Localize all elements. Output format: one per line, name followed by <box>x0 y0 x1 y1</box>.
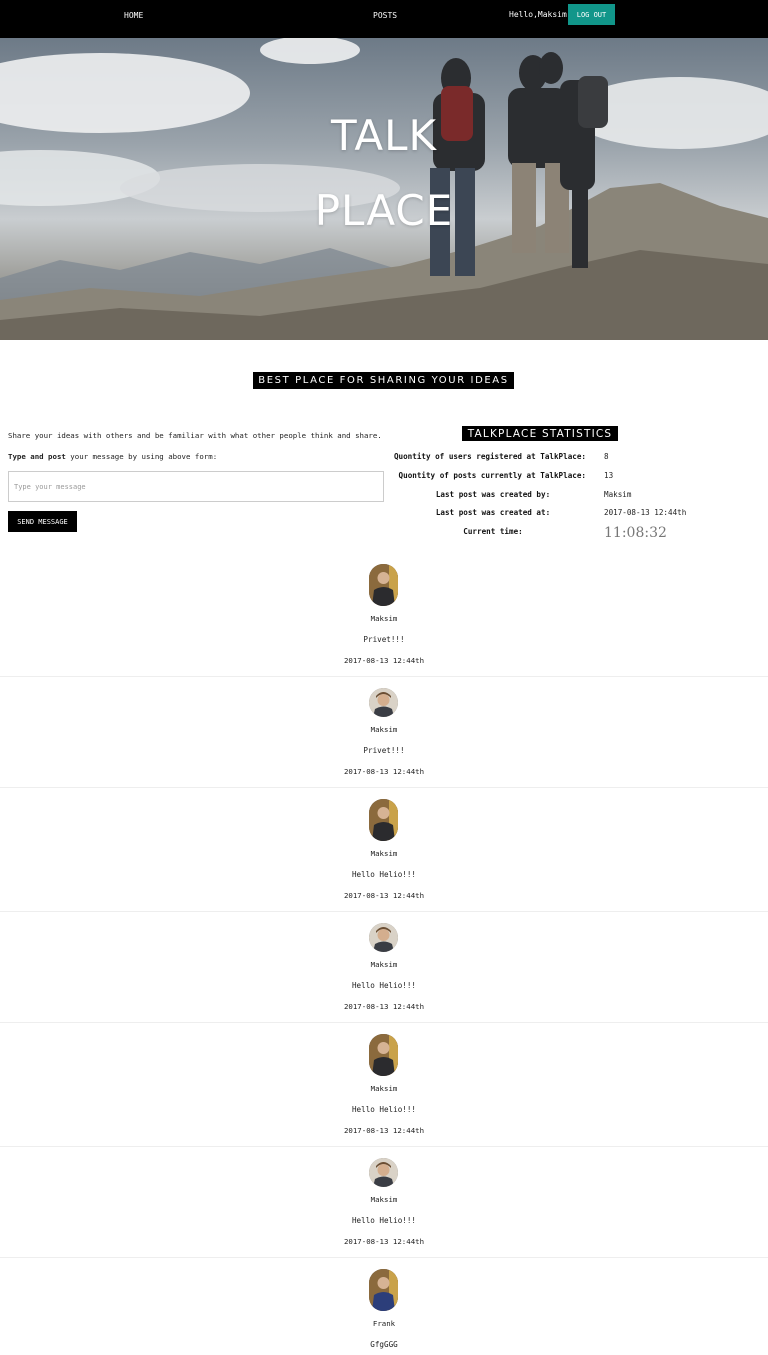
post-message: Privet!!! <box>363 635 405 644</box>
post-divider <box>0 676 768 677</box>
top-navbar: HOME POSTS Hello,Maksim! LOG OUT <box>0 0 768 38</box>
stat-last-by-label: Last post was created by: <box>435 490 551 499</box>
tagline-heading: BEST PLACE FOR SHARING YOUR IDEAS <box>253 372 514 389</box>
post-avatar <box>369 1158 398 1187</box>
stat-last-by-value: Maksim <box>604 490 632 499</box>
share-intro-text: Share your ideas with others and be fami… <box>8 431 382 440</box>
current-time-clock: 11:08:32 <box>604 525 667 541</box>
send-message-button[interactable]: SEND MESSAGE <box>8 511 77 532</box>
post-message: GfgGGG <box>370 1340 398 1349</box>
post-divider <box>0 911 768 912</box>
stat-posts-value: 13 <box>604 471 614 480</box>
post-date: 2017-08-13 12:44th <box>343 656 425 665</box>
post-author: Maksim <box>370 1195 398 1204</box>
stat-time-label: Current time: <box>463 527 523 536</box>
stat-users-value: 8 <box>604 452 609 461</box>
stat-last-at-label: Last post was created at: <box>435 508 551 517</box>
post-author: Maksim <box>370 849 398 858</box>
post-avatar <box>369 688 398 717</box>
post-message: Hello Helio!!! <box>351 981 416 990</box>
post-avatar <box>369 923 398 952</box>
post-divider <box>0 787 768 788</box>
hero-title-line1: TALK <box>330 111 438 160</box>
post-avatar <box>369 1269 398 1311</box>
stat-last-at-value: 2017-08-13 12:44th <box>604 508 687 517</box>
hero-title-line2: PLACE <box>314 186 454 235</box>
post-message: Hello Helio!!! <box>351 1216 416 1225</box>
post-message: Privet!!! <box>363 746 405 755</box>
post-author: Frank <box>372 1319 396 1328</box>
post-message: Hello Helio!!! <box>351 870 416 879</box>
nav-posts-link[interactable]: POSTS <box>373 11 397 20</box>
stats-title: TALKPLACE STATISTICS <box>462 426 618 441</box>
nav-home-link[interactable]: HOME <box>124 11 143 20</box>
post-divider <box>0 1146 768 1147</box>
post-avatar <box>369 799 398 841</box>
stat-users-label: Quontity of users registered at TalkPlac… <box>393 452 586 461</box>
type-instruction: Type and post your message by using abov… <box>8 452 217 461</box>
post-author: Maksim <box>370 614 398 623</box>
stat-posts-label: Quontity of posts currently at TalkPlace… <box>398 471 586 480</box>
post-author: Maksim <box>370 1084 398 1093</box>
post-date: 2017-08-13 12:44th <box>343 767 425 776</box>
post-author: Maksim <box>370 725 398 734</box>
message-input[interactable] <box>8 471 384 502</box>
post-avatar <box>369 564 398 606</box>
post-divider <box>0 1257 768 1258</box>
logout-button[interactable]: LOG OUT <box>568 4 615 25</box>
post-date: 2017-08-13 12:44th <box>343 1126 425 1135</box>
post-date: 2017-08-13 12:44th <box>343 891 425 900</box>
post-message: Hello Helio!!! <box>351 1105 416 1114</box>
post-date: 2017-08-13 12:44th <box>343 1002 425 1011</box>
type-instruction-bold: Type and post <box>8 452 66 461</box>
post-divider <box>0 1022 768 1023</box>
post-date: 2017-08-13 12:44th <box>343 1237 425 1246</box>
user-greeting: Hello,Maksim! <box>509 10 572 19</box>
hero-banner: TALK PLACE <box>0 38 768 340</box>
post-avatar <box>369 1034 398 1076</box>
post-author: Maksim <box>370 960 398 969</box>
type-instruction-rest: your message by using above form: <box>65 452 218 461</box>
